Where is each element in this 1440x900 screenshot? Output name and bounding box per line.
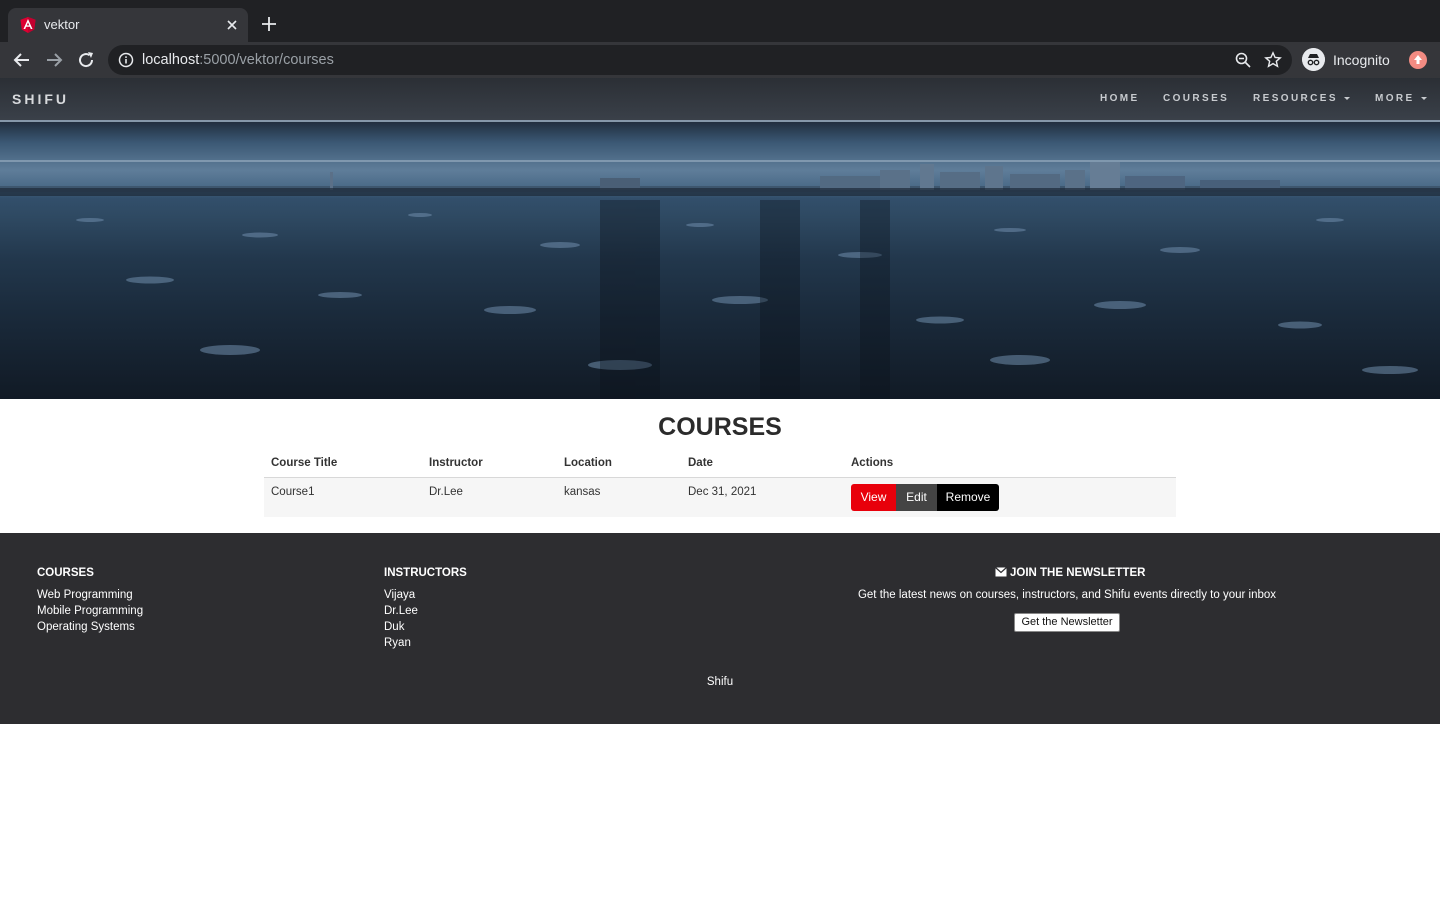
address-bar[interactable]: localhost:5000/vektor/courses <box>108 45 1292 75</box>
envelope-icon <box>995 567 1007 577</box>
bookmark-star-icon[interactable] <box>1264 51 1282 69</box>
nav-resources[interactable]: RESOURCES <box>1253 93 1350 104</box>
forward-icon[interactable] <box>44 50 64 70</box>
caret-down-icon <box>1343 96 1350 100</box>
column-header-title: Course Title <box>271 457 338 469</box>
incognito-icon <box>1302 48 1325 71</box>
column-header-instructor: Instructor <box>429 457 483 469</box>
newsletter-heading-label: JOIN THE NEWSLETTER <box>1010 567 1146 579</box>
page-title: COURSES <box>658 413 782 441</box>
cell-instructor: Dr.Lee <box>429 486 463 498</box>
edit-button[interactable]: Edit <box>896 484 937 511</box>
nav-more-label: MORE <box>1375 93 1415 104</box>
footer-course-link[interactable]: Operating Systems <box>37 621 135 633</box>
nav-courses[interactable]: COURSES <box>1163 93 1229 104</box>
cell-title: Course1 <box>271 486 315 498</box>
nav-home[interactable]: HOME <box>1100 93 1140 104</box>
zoom-icon[interactable] <box>1234 51 1252 69</box>
cell-date: Dec 31, 2021 <box>688 486 757 498</box>
site-brand[interactable]: SHIFU <box>12 91 69 107</box>
newsletter-heading: JOIN THE NEWSLETTER <box>995 567 1145 579</box>
view-button[interactable]: View <box>851 484 896 511</box>
column-header-date: Date <box>688 457 713 469</box>
column-header-location: Location <box>564 457 612 469</box>
angular-icon <box>20 17 36 33</box>
url-text[interactable]: localhost:5000/vektor/courses <box>142 52 334 68</box>
reload-icon[interactable] <box>76 50 96 70</box>
browser-tabstrip: vektor <box>0 0 1440 42</box>
hero-shore <box>0 188 1440 196</box>
update-icon[interactable] <box>1409 51 1427 69</box>
newsletter-text: Get the latest news on courses, instruct… <box>857 589 1277 601</box>
column-header-actions: Actions <box>851 457 894 469</box>
footer-brand: Shifu <box>706 676 734 688</box>
water-texture <box>76 200 1418 399</box>
caret-down-icon <box>1420 96 1427 100</box>
back-icon[interactable] <box>12 50 32 70</box>
arrow-up-icon <box>1414 55 1422 64</box>
hero-image <box>0 120 1440 399</box>
table-header: Course Title Instructor Location Date Ac… <box>264 452 1176 478</box>
info-icon[interactable] <box>118 52 134 68</box>
site-footer: COURSES Web Programming Mobile Programmi… <box>0 533 1440 724</box>
browser-toolbar: localhost:5000/vektor/courses Incognito <box>0 42 1440 78</box>
tab-title: vektor <box>44 17 80 32</box>
footer-instructor-link[interactable]: Ryan <box>384 637 411 649</box>
footer-instructor-link[interactable]: Duk <box>384 621 404 633</box>
new-tab-icon[interactable] <box>260 15 278 33</box>
footer-courses-heading: COURSES <box>37 567 94 579</box>
hero-rail-top <box>0 120 1440 122</box>
browser-tab[interactable]: vektor <box>8 8 248 42</box>
courses-table: Course Title Instructor Location Date Ac… <box>264 452 1176 517</box>
get-newsletter-button[interactable]: Get the Newsletter <box>1014 613 1120 632</box>
remove-button[interactable]: Remove <box>937 484 999 511</box>
incognito-indicator[interactable]: Incognito <box>1302 47 1398 73</box>
nav-resources-label: RESOURCES <box>1253 93 1338 104</box>
table-row: Course1 Dr.Lee kansas Dec 31, 2021 View … <box>264 478 1176 517</box>
footer-instructor-link[interactable]: Dr.Lee <box>384 605 418 617</box>
profile-label: Incognito <box>1333 52 1390 68</box>
close-icon[interactable] <box>224 17 240 33</box>
cell-location: kansas <box>564 486 601 498</box>
footer-course-link[interactable]: Mobile Programming <box>37 605 143 617</box>
footer-instructors-heading: INSTRUCTORS <box>384 567 467 579</box>
site-navbar: SHIFU HOME COURSES RESOURCES MORE <box>0 78 1440 120</box>
nav-more[interactable]: MORE <box>1375 93 1427 104</box>
